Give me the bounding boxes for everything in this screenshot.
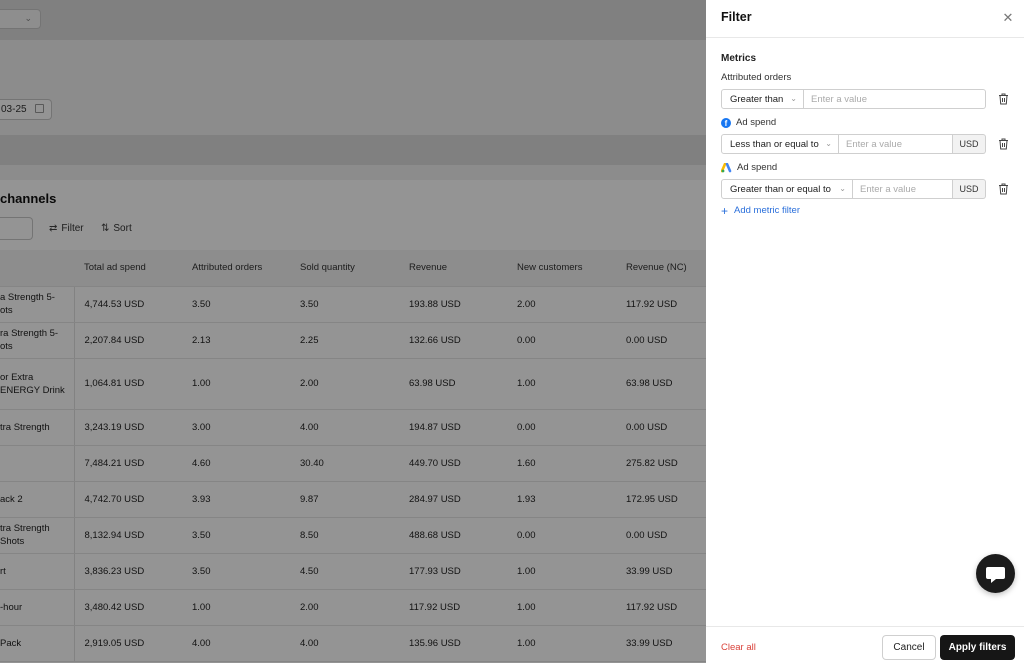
operator-value: Greater than [730, 93, 784, 105]
metric-label-facebook-ad-spend: f Ad spend [721, 117, 776, 128]
trash-icon[interactable] [998, 93, 1009, 105]
trash-icon[interactable] [998, 183, 1009, 195]
value-input[interactable]: Enter a value [804, 89, 986, 109]
modal-overlay[interactable] [0, 0, 706, 663]
chevron-down-icon: ⌄ [825, 139, 832, 148]
footer-divider [706, 626, 1024, 627]
metric-label-google-ad-spend: Ad spend [721, 162, 777, 173]
chat-button[interactable] [976, 554, 1015, 593]
operator-value: Less than or equal to [730, 138, 819, 150]
value-input[interactable]: Enter a value [839, 134, 953, 154]
chevron-down-icon: ⌄ [839, 184, 846, 193]
header-divider [706, 37, 1024, 38]
trash-icon[interactable] [998, 138, 1009, 150]
operator-select[interactable]: Less than or equal to ⌄ [721, 134, 839, 154]
chat-bubble-icon [986, 567, 1005, 583]
chevron-down-icon: ⌄ [790, 94, 797, 103]
drawer-title: Filter [721, 10, 752, 24]
operator-select[interactable]: Greater than or equal to ⌄ [721, 179, 853, 199]
add-metric-filter-label: Add metric filter [734, 205, 801, 216]
plus-icon: + [721, 203, 729, 218]
clear-all-button[interactable]: Clear all [721, 642, 756, 653]
apply-filters-button[interactable]: Apply filters [940, 635, 1015, 660]
metrics-section-label: Metrics [721, 53, 757, 64]
currency-unit: USD [953, 134, 986, 154]
currency-unit: USD [953, 179, 986, 199]
add-metric-filter-button[interactable]: + Add metric filter [721, 203, 801, 218]
cancel-button[interactable]: Cancel [882, 635, 936, 660]
metric-label-attributed-orders: Attributed orders [721, 72, 791, 83]
metric-label-text: Attributed orders [721, 72, 792, 83]
filter-row-attributed-orders: Greater than ⌄ Enter a value [721, 89, 986, 109]
metric-label-text: Ad spend [736, 117, 777, 128]
filter-row-google-ad-spend: Greater than or equal to ⌄ Enter a value… [721, 179, 986, 199]
close-icon[interactable]: ✕ [1001, 11, 1015, 25]
value-input[interactable]: Enter a value [853, 179, 953, 199]
operator-value: Greater than or equal to [730, 183, 831, 195]
filter-row-facebook-ad-spend: Less than or equal to ⌄ Enter a value US… [721, 134, 986, 154]
facebook-icon: f [721, 117, 731, 128]
google-ads-icon [721, 162, 732, 172]
operator-select[interactable]: Greater than ⌄ [721, 89, 804, 109]
metric-label-text: Ad spend [737, 162, 778, 173]
